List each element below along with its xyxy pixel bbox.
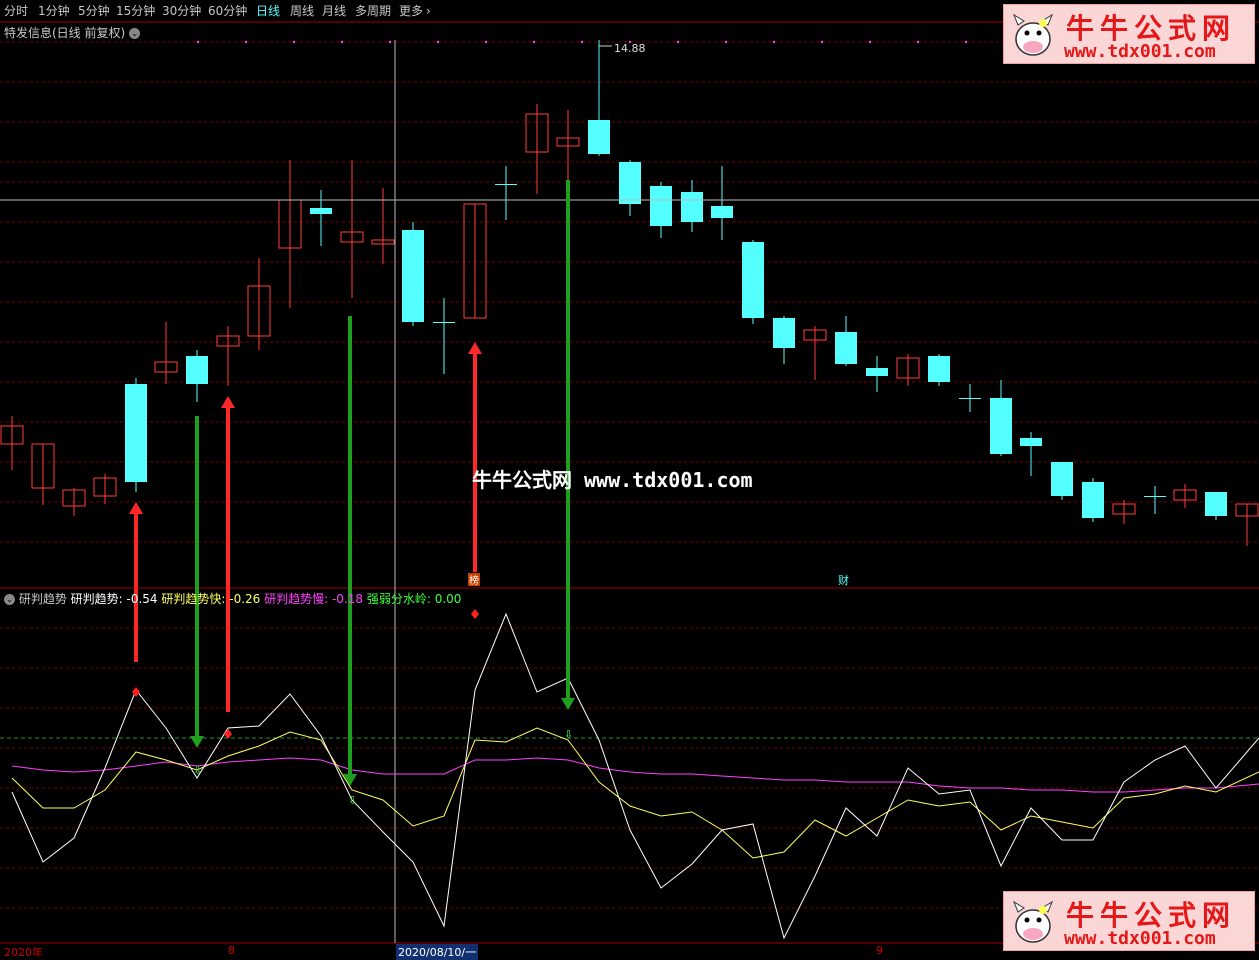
indicator-value-2: 研判趋势慢: -0.18 bbox=[264, 592, 367, 606]
logo-bottom: 牛牛公式网 www.tdx001.com bbox=[1003, 891, 1255, 951]
cow-icon bbox=[1012, 13, 1054, 56]
indicator-value-0: 研判趋势: -0.54 bbox=[70, 592, 162, 606]
red-up-arrow bbox=[221, 396, 235, 712]
candle-body-down bbox=[402, 230, 424, 322]
top-dot bbox=[196, 40, 200, 44]
top-dot bbox=[916, 40, 920, 44]
indicator-value-1: 研判趋势快: -0.26 bbox=[161, 592, 265, 606]
candle-body-down bbox=[1205, 492, 1227, 516]
sell-signal-mark: ⇩ bbox=[193, 764, 202, 777]
watermark: 牛牛公式网 www.tdx001.com bbox=[472, 464, 753, 493]
buy-signal-dot bbox=[471, 609, 479, 619]
candle-body-down bbox=[1082, 482, 1104, 518]
candle-body-down bbox=[835, 332, 857, 364]
high-price-label: 14.88 bbox=[614, 42, 646, 55]
date-label: 2020年 bbox=[4, 946, 43, 959]
indicator-title[interactable]: ⌄ 研判趋势 研判趋势: -0.54 研判趋势快: -0.26 研判趋势慢: -… bbox=[4, 590, 461, 607]
top-dot bbox=[676, 40, 680, 44]
candle-body-down bbox=[433, 322, 455, 323]
candle-body-down bbox=[588, 120, 610, 154]
top-dot bbox=[724, 40, 728, 44]
indicator-value-3: 强弱分水岭: 0.00 bbox=[366, 592, 462, 606]
top-dot bbox=[964, 40, 968, 44]
candle-body-down bbox=[125, 384, 147, 482]
candle-body-down bbox=[866, 368, 888, 376]
candle-body-down bbox=[186, 356, 208, 384]
candle-body-down bbox=[742, 242, 764, 318]
candle-body-down bbox=[495, 184, 517, 185]
date-label: 9 bbox=[876, 944, 883, 957]
logo-url: www.tdx001.com bbox=[1064, 41, 1216, 62]
cow-icon bbox=[1012, 900, 1054, 943]
top-dot bbox=[436, 40, 440, 44]
candle-body-down bbox=[773, 318, 795, 348]
marker-cai-text: 财 bbox=[838, 573, 849, 587]
red-up-arrow bbox=[468, 342, 482, 572]
candle-body-down bbox=[928, 356, 950, 382]
watermark-url: www.tdx001.com bbox=[584, 468, 753, 492]
candle-body-down bbox=[310, 208, 332, 214]
logo-top: 牛牛公式网 www.tdx001.com bbox=[1003, 4, 1255, 64]
green-down-arrow bbox=[561, 180, 575, 710]
marker-bang-text: 榜 bbox=[469, 574, 479, 587]
top-dot bbox=[388, 40, 392, 44]
top-dot bbox=[868, 40, 872, 44]
watermark-cn: 牛牛公式网 bbox=[472, 468, 572, 492]
sell-signal-mark: ⇩ bbox=[348, 794, 357, 807]
chevron-down-icon[interactable]: ⌄ bbox=[4, 594, 15, 605]
candle-body-down bbox=[681, 192, 703, 222]
red-up-arrow bbox=[129, 502, 143, 662]
candle-body-down bbox=[650, 186, 672, 226]
top-dot bbox=[244, 40, 248, 44]
top-dot bbox=[580, 40, 584, 44]
indicator-name: 研判趋势 bbox=[15, 592, 71, 606]
candle-body-down bbox=[711, 206, 733, 218]
candle-body-down bbox=[1020, 438, 1042, 446]
top-dot bbox=[772, 40, 776, 44]
top-dot bbox=[484, 40, 488, 44]
candle-body-down bbox=[619, 162, 641, 204]
logo-url: www.tdx001.com bbox=[1064, 928, 1216, 949]
top-dot bbox=[292, 40, 296, 44]
candle-body-down bbox=[1051, 462, 1073, 496]
cursor-date-label: 2020/08/10/一 bbox=[396, 944, 479, 960]
sell-signal-mark: ⇩ bbox=[564, 728, 573, 741]
date-label: 8 bbox=[228, 944, 235, 957]
top-dot bbox=[532, 40, 536, 44]
buy-signal-dot bbox=[132, 687, 140, 697]
green-down-arrow bbox=[190, 416, 204, 748]
green-down-arrow bbox=[343, 316, 357, 786]
candle-body-down bbox=[1144, 496, 1166, 497]
top-dot bbox=[340, 40, 344, 44]
candle-body-down bbox=[990, 398, 1012, 454]
top-dot bbox=[820, 40, 824, 44]
candle-body-down bbox=[959, 398, 981, 399]
